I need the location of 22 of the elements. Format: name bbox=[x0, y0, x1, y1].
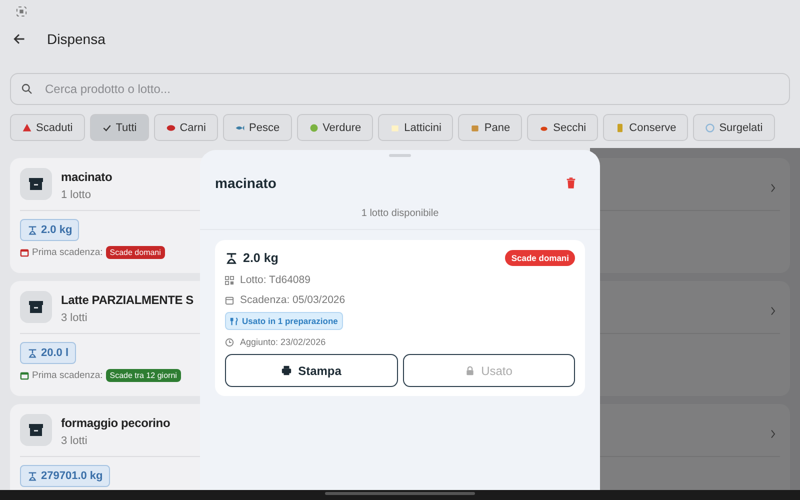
expiry-label: Prima scadenza: bbox=[32, 370, 103, 381]
usage-tag: Usato in 1 preparazione bbox=[225, 312, 343, 330]
lot-code: Lotto: Td64089 bbox=[240, 274, 310, 286]
product-name: Latte PARZIALMENTE S bbox=[61, 293, 194, 307]
product-name: macinato bbox=[61, 170, 112, 184]
lot-quantity: 2.0 kg bbox=[243, 251, 280, 265]
expiry-badge: Scade tra 12 giorni bbox=[106, 369, 181, 382]
quantity-tag: 279701.0 kg bbox=[20, 465, 110, 487]
lot-count: 3 lotti bbox=[61, 435, 88, 447]
quantity-tag: 20.0 l bbox=[20, 342, 76, 364]
expiry-date: Scadenza: 05/03/2026 bbox=[240, 294, 346, 306]
expiry-badge: Scade domani bbox=[106, 246, 165, 259]
lot-count: 1 lotto bbox=[61, 189, 91, 201]
product-name: formaggio pecorino bbox=[61, 416, 170, 430]
expiry-badge: Scade domani bbox=[505, 250, 575, 266]
sheet-title: macinato bbox=[215, 175, 276, 191]
added-date: Aggiunto: 23/02/2026 bbox=[240, 337, 326, 347]
lot-availability: 1 lotto disponibile bbox=[361, 208, 439, 219]
lot-count: 3 lotti bbox=[61, 312, 88, 324]
expiry-label: Prima scadenza: bbox=[32, 247, 103, 258]
quantity-tag: 2.0 kg bbox=[20, 219, 80, 241]
page-title: Dispensa bbox=[47, 31, 106, 47]
